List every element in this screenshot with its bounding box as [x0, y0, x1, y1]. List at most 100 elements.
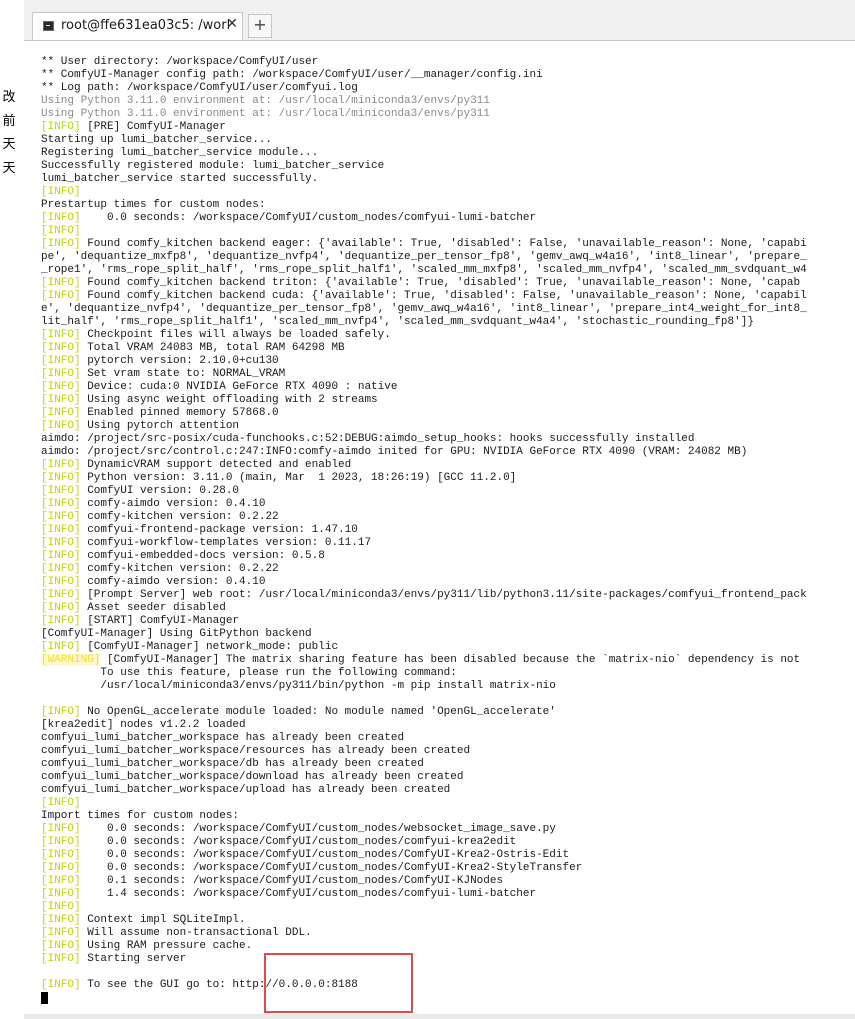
terminal-line-text: DynamicVRAM support detected and enabled	[80, 459, 352, 471]
terminal-line: aimdo: /project/src-posix/cuda-funchooks…	[41, 433, 853, 446]
terminal-line-text: comfyui-workflow-templates version: 0.11…	[80, 537, 372, 549]
terminal-line-text: pe', 'dequantize_mxfp8', 'dequantize_nvf…	[41, 251, 807, 263]
tab-title: root@ffe631ea03c5: /work	[61, 18, 229, 33]
terminal-line-text: comfyui-frontend-package version: 1.47.1…	[80, 524, 358, 536]
info-tag: [INFO]	[41, 914, 81, 926]
terminal-line-text: [PRE] ComfyUI-Manager	[80, 121, 226, 133]
terminal-line: [INFO]	[41, 901, 853, 914]
terminal-line-text: 0.1 seconds: /workspace/ComfyUI/custom_n…	[80, 875, 504, 887]
terminal-line: [INFO] Set vram state to: NORMAL_VRAM	[41, 368, 853, 381]
terminal-line-text: Enabled pinned memory 57868.0	[80, 407, 279, 419]
terminal-line: [INFO] Context impl SQLiteImpl.	[41, 914, 853, 927]
terminal-line: [INFO] Found comfy_kitchen backend eager…	[41, 238, 853, 251]
annotation-highlight-box	[264, 953, 413, 1013]
info-tag: [INFO]	[41, 524, 81, 536]
terminal-line-text: pytorch version: 2.10.0+cu130	[80, 355, 279, 367]
terminal-line: [INFO] 0.0 seconds: /workspace/ComfyUI/c…	[41, 823, 853, 836]
terminal-lines: ** User directory: /workspace/ComfyUI/us…	[41, 56, 853, 1005]
info-tag: [INFO]	[41, 472, 81, 484]
info-tag: [INFO]	[41, 186, 81, 198]
terminal-line: [INFO] Checkpoint files will always be l…	[41, 329, 853, 342]
terminal-line-text: aimdo: /project/src/control.c:247:INFO:c…	[41, 446, 748, 458]
terminal-line: [INFO] comfy-kitchen version: 0.2.22	[41, 511, 853, 524]
background-text-char: 改	[2, 90, 16, 105]
terminal-output[interactable]: ** User directory: /workspace/ComfyUI/us…	[24, 41, 855, 1019]
terminal-line-text: comfyui_lumi_batcher_workspace/download …	[41, 771, 464, 783]
info-tag: [INFO]	[41, 381, 81, 393]
info-tag: [INFO]	[41, 979, 81, 991]
terminal-line: Using Python 3.11.0 environment at: /usr…	[41, 108, 853, 121]
terminal-line-text: Using pytorch attention	[80, 420, 240, 432]
background-text-char: 前	[2, 114, 16, 129]
terminal-line: [INFO] Found comfy_kitchen backend trito…	[41, 277, 853, 290]
terminal-line-text: Successfully registered module: lumi_bat…	[41, 160, 385, 172]
terminal-line-text: Using RAM pressure cache.	[80, 940, 253, 952]
tab-terminal-session[interactable]: root@ffe631ea03c5: /work ✕	[32, 12, 243, 40]
terminal-line-text: [ComfyUI-Manager] network_mode: public	[80, 641, 339, 653]
terminal-line: [INFO] 0.0 seconds: /workspace/ComfyUI/c…	[41, 862, 853, 875]
terminal-line: [INFO] comfyui-frontend-package version:…	[41, 524, 853, 537]
terminal-line: To use this feature, please run the foll…	[41, 667, 853, 680]
terminal-line: [INFO] Asset seeder disabled	[41, 602, 853, 615]
terminal-line-text: 0.0 seconds: /workspace/ComfyUI/custom_n…	[80, 212, 537, 224]
info-tag: [INFO]	[41, 498, 81, 510]
info-tag: [INFO]	[41, 602, 81, 614]
info-tag: [INFO]	[41, 550, 81, 562]
terminal-line: comfyui_lumi_batcher_workspace/db has al…	[41, 758, 853, 771]
terminal-line: pe', 'dequantize_mxfp8', 'dequantize_nvf…	[41, 251, 853, 264]
terminal-line-text: lit_half', 'rms_rope_split_half1', 'scal…	[41, 316, 754, 328]
background-text-char: 天	[2, 161, 16, 176]
terminal-line: [INFO] 0.0 seconds: /workspace/ComfyUI/c…	[41, 849, 853, 862]
terminal-line-text: [ComfyUI-Manager] Using GitPython backen…	[41, 628, 312, 640]
terminal-line-text: Prestartup times for custom nodes:	[41, 199, 266, 211]
terminal-line: [INFO] comfy-aimdo version: 0.4.10	[41, 576, 853, 589]
terminal-line: comfyui_lumi_batcher_workspace/download …	[41, 771, 853, 784]
terminal-line: [INFO] [Prompt Server] web root: /usr/lo…	[41, 589, 853, 602]
terminal-prompt-line	[41, 992, 853, 1005]
terminal-line: [INFO] comfyui-embedded-docs version: 0.…	[41, 550, 853, 563]
terminal-line-text: ComfyUI version: 0.28.0	[80, 485, 240, 497]
terminal-icon	[43, 21, 54, 31]
new-tab-button[interactable]: +	[248, 14, 272, 38]
terminal-line: [INFO] Python version: 3.11.0 (main, Mar…	[41, 472, 853, 485]
terminal-line: Prestartup times for custom nodes:	[41, 199, 853, 212]
close-icon[interactable]: ✕	[226, 16, 238, 32]
terminal-line: ** Log path: /workspace/ComfyUI/user/com…	[41, 82, 853, 95]
terminal-line: [INFO] [PRE] ComfyUI-Manager	[41, 121, 853, 134]
terminal-line: e', 'dequantize_nvfp4', 'dequantize_per_…	[41, 303, 853, 316]
info-tag: [INFO]	[41, 875, 81, 887]
terminal-line-text: comfy-kitchen version: 0.2.22	[80, 563, 279, 575]
terminal-line-text: Starting server	[80, 953, 187, 965]
terminal-line: Successfully registered module: lumi_bat…	[41, 160, 853, 173]
info-tag: [INFO]	[41, 225, 81, 237]
background-text-char: 天	[2, 137, 16, 152]
info-tag: [INFO]	[41, 121, 81, 133]
info-tag: [INFO]	[41, 576, 81, 588]
terminal-line: [INFO] 0.0 seconds: /workspace/ComfyUI/c…	[41, 836, 853, 849]
terminal-line-text: Python version: 3.11.0 (main, Mar 1 2023…	[80, 472, 517, 484]
info-tag: [INFO]	[41, 329, 81, 341]
terminal-line: ** User directory: /workspace/ComfyUI/us…	[41, 56, 853, 69]
terminal-line-text: Registering lumi_batcher_service module.…	[41, 147, 319, 159]
terminal-line-text: comfy-aimdo version: 0.4.10	[80, 576, 266, 588]
terminal-line-text: ** ComfyUI-Manager config path: /workspa…	[41, 69, 543, 81]
terminal-line: [INFO] pytorch version: 2.10.0+cu130	[41, 355, 853, 368]
terminal-line: lit_half', 'rms_rope_split_half1', 'scal…	[41, 316, 853, 329]
terminal-line: [INFO] Using pytorch attention	[41, 420, 853, 433]
window-bottom-border	[24, 1014, 855, 1019]
terminal-line: [INFO] Device: cuda:0 NVIDIA GeForce RTX…	[41, 381, 853, 394]
terminal-line: [INFO] Starting server	[41, 953, 853, 966]
terminal-line: ** ComfyUI-Manager config path: /workspa…	[41, 69, 853, 82]
info-tag: [INFO]	[41, 589, 81, 601]
terminal-line: comfyui_lumi_batcher_workspace has alrea…	[41, 732, 853, 745]
info-tag: [INFO]	[41, 927, 81, 939]
terminal-line-text: 0.0 seconds: /workspace/ComfyUI/custom_n…	[80, 823, 556, 835]
terminal-line: [INFO] To see the GUI go to: http://0.0.…	[41, 979, 853, 992]
info-tag: [INFO]	[41, 355, 81, 367]
terminal-line: [ComfyUI-Manager] Using GitPython backen…	[41, 628, 853, 641]
info-tag: [INFO]	[41, 212, 81, 224]
terminal-line-text: ** User directory: /workspace/ComfyUI/us…	[41, 56, 319, 68]
terminal-line: [INFO] Using async weight offloading wit…	[41, 394, 853, 407]
terminal-line-text: Will assume non-transactional DDL.	[80, 927, 312, 939]
